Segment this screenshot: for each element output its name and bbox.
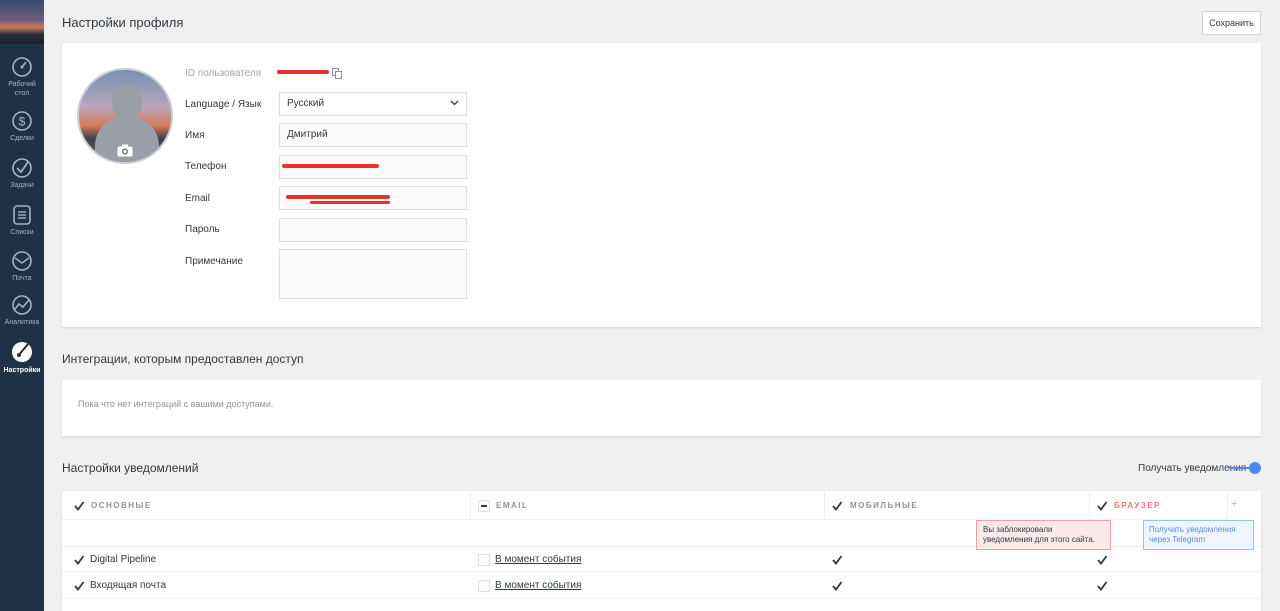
add-channel-button[interactable]: + — [1231, 498, 1237, 510]
nav-tasks-label: Задачи — [10, 182, 34, 189]
integrations-title: Интеграции, которым предоставлен доступ — [62, 352, 304, 366]
page-title: Настройки профиля — [62, 15, 184, 30]
nav-deals[interactable]: $ Сделки — [0, 110, 44, 143]
nav-mail-label: Почта — [12, 275, 32, 282]
language-select[interactable]: Русский — [279, 92, 467, 116]
notification-row-name: Входящая почта — [90, 580, 167, 591]
nav-dashboard-label-1: Рабочий — [8, 81, 36, 88]
sidebar: Рабочий стол $ Сделки Задачи Списки Почт… — [0, 0, 44, 611]
avatar-placeholder-head — [112, 84, 142, 120]
email-timing-link[interactable]: В момент события — [495, 554, 581, 565]
notifications-card: ОСНОВНЫЕ EMAIL МОБИЛЬНЫЕ БРАУЗЕР Digital… — [62, 491, 1261, 611]
nav-analytics-label: Аналитика — [4, 319, 40, 326]
phone-redaction — [282, 164, 379, 168]
column-email: EMAIL — [471, 491, 825, 520]
checkmark-icon[interactable] — [73, 554, 85, 566]
nav-deals-label: Сделки — [10, 135, 34, 142]
nav-dashboard[interactable]: Рабочий стол — [0, 56, 44, 98]
copy-icon[interactable] — [332, 68, 342, 79]
nav-dashboard-label-2: стол — [14, 90, 30, 97]
integrations-empty-text: Пока что нет интеграций с вашими доступа… — [78, 399, 274, 409]
profile-card: ID пользователя Language / Язык Русский … — [62, 43, 1261, 327]
note-textarea[interactable] — [279, 249, 467, 299]
nav-lists-label: Списки — [10, 229, 34, 236]
save-button[interactable]: Сохранить — [1202, 11, 1261, 35]
notification-row: Входящая почта В момент события — [62, 573, 1261, 599]
language-selected-value: Русский — [287, 98, 325, 109]
checkmark-icon[interactable] — [1096, 580, 1108, 592]
column-main-label: ОСНОВНЫЕ — [91, 501, 152, 510]
user-id-redacted — [277, 67, 332, 77]
column-email-label: EMAIL — [496, 501, 529, 510]
nav-settings[interactable]: Настройки — [0, 340, 44, 375]
checkmark-icon[interactable] — [73, 500, 85, 512]
password-input[interactable] — [279, 218, 467, 242]
checkmark-icon[interactable] — [1096, 500, 1108, 512]
nav-tasks[interactable]: Задачи — [0, 157, 44, 190]
name-input[interactable]: Дмитрий — [279, 123, 467, 147]
notifications-title: Настройки уведомлений — [62, 461, 199, 475]
email-checkbox[interactable] — [478, 580, 490, 592]
telegram-notifications-tooltip[interactable]: Получать уведомления через Telegram — [1143, 520, 1254, 550]
phone-label: Телефон — [185, 161, 227, 172]
avatar[interactable] — [77, 68, 173, 164]
password-label: Пароль — [185, 224, 220, 235]
phone-input[interactable] — [279, 155, 467, 179]
integrations-card: Пока что нет интеграций с вашими доступа… — [62, 380, 1261, 436]
email-redaction-2 — [310, 201, 390, 204]
nav-analytics[interactable]: Аналитика — [0, 294, 44, 327]
name-value: Дмитрий — [287, 129, 328, 140]
main-content: Настройки профиля Сохранить ID пользоват… — [44, 0, 1280, 611]
chevron-down-icon — [450, 100, 459, 106]
email-input[interactable] — [279, 186, 467, 210]
checkmark-icon[interactable] — [831, 500, 843, 512]
nav-settings-label: Настройки — [3, 367, 41, 374]
checkmark-icon — [12, 158, 32, 178]
name-label: Имя — [185, 130, 205, 141]
checkmark-icon[interactable] — [1096, 554, 1108, 566]
mail-icon — [12, 251, 32, 271]
column-mobile-label: МОБИЛЬНЫЕ — [850, 501, 919, 510]
email-partial-checkbox[interactable] — [478, 500, 490, 512]
column-browser-label: БРАУЗЕР — [1114, 501, 1162, 510]
speedometer-icon — [12, 57, 32, 77]
nav-lists[interactable]: Списки — [0, 204, 44, 237]
column-mobile: МОБИЛЬНЫЕ — [825, 491, 1090, 520]
column-main: ОСНОВНЫЕ — [62, 491, 471, 520]
note-label: Примечание — [185, 256, 243, 267]
notifications-toggle[interactable] — [1229, 462, 1261, 474]
email-timing-link[interactable]: В момент события — [495, 580, 581, 591]
camera-icon[interactable] — [117, 144, 133, 157]
browser-blocked-tooltip: Вы заблокировали уведомления для этого с… — [976, 520, 1111, 550]
column-browser: БРАУЗЕР — [1090, 491, 1228, 520]
settings-icon — [12, 342, 32, 362]
checkmark-icon[interactable] — [831, 580, 843, 592]
dollar-icon: $ — [12, 111, 32, 131]
user-photo[interactable] — [0, 0, 44, 44]
list-icon — [13, 205, 31, 225]
user-id-label: ID пользователя — [185, 68, 262, 79]
checkmark-icon[interactable] — [831, 554, 843, 566]
email-label: Email — [185, 193, 211, 204]
notification-row-name: Digital Pipeline — [90, 554, 157, 565]
email-checkbox[interactable] — [478, 554, 490, 566]
chart-icon — [12, 295, 32, 315]
checkmark-icon[interactable] — [73, 580, 85, 592]
nav-mail[interactable]: Почта — [0, 250, 44, 283]
svg-text:$: $ — [19, 115, 26, 129]
email-redaction — [286, 195, 390, 199]
language-label: Language / Язык — [185, 99, 262, 110]
